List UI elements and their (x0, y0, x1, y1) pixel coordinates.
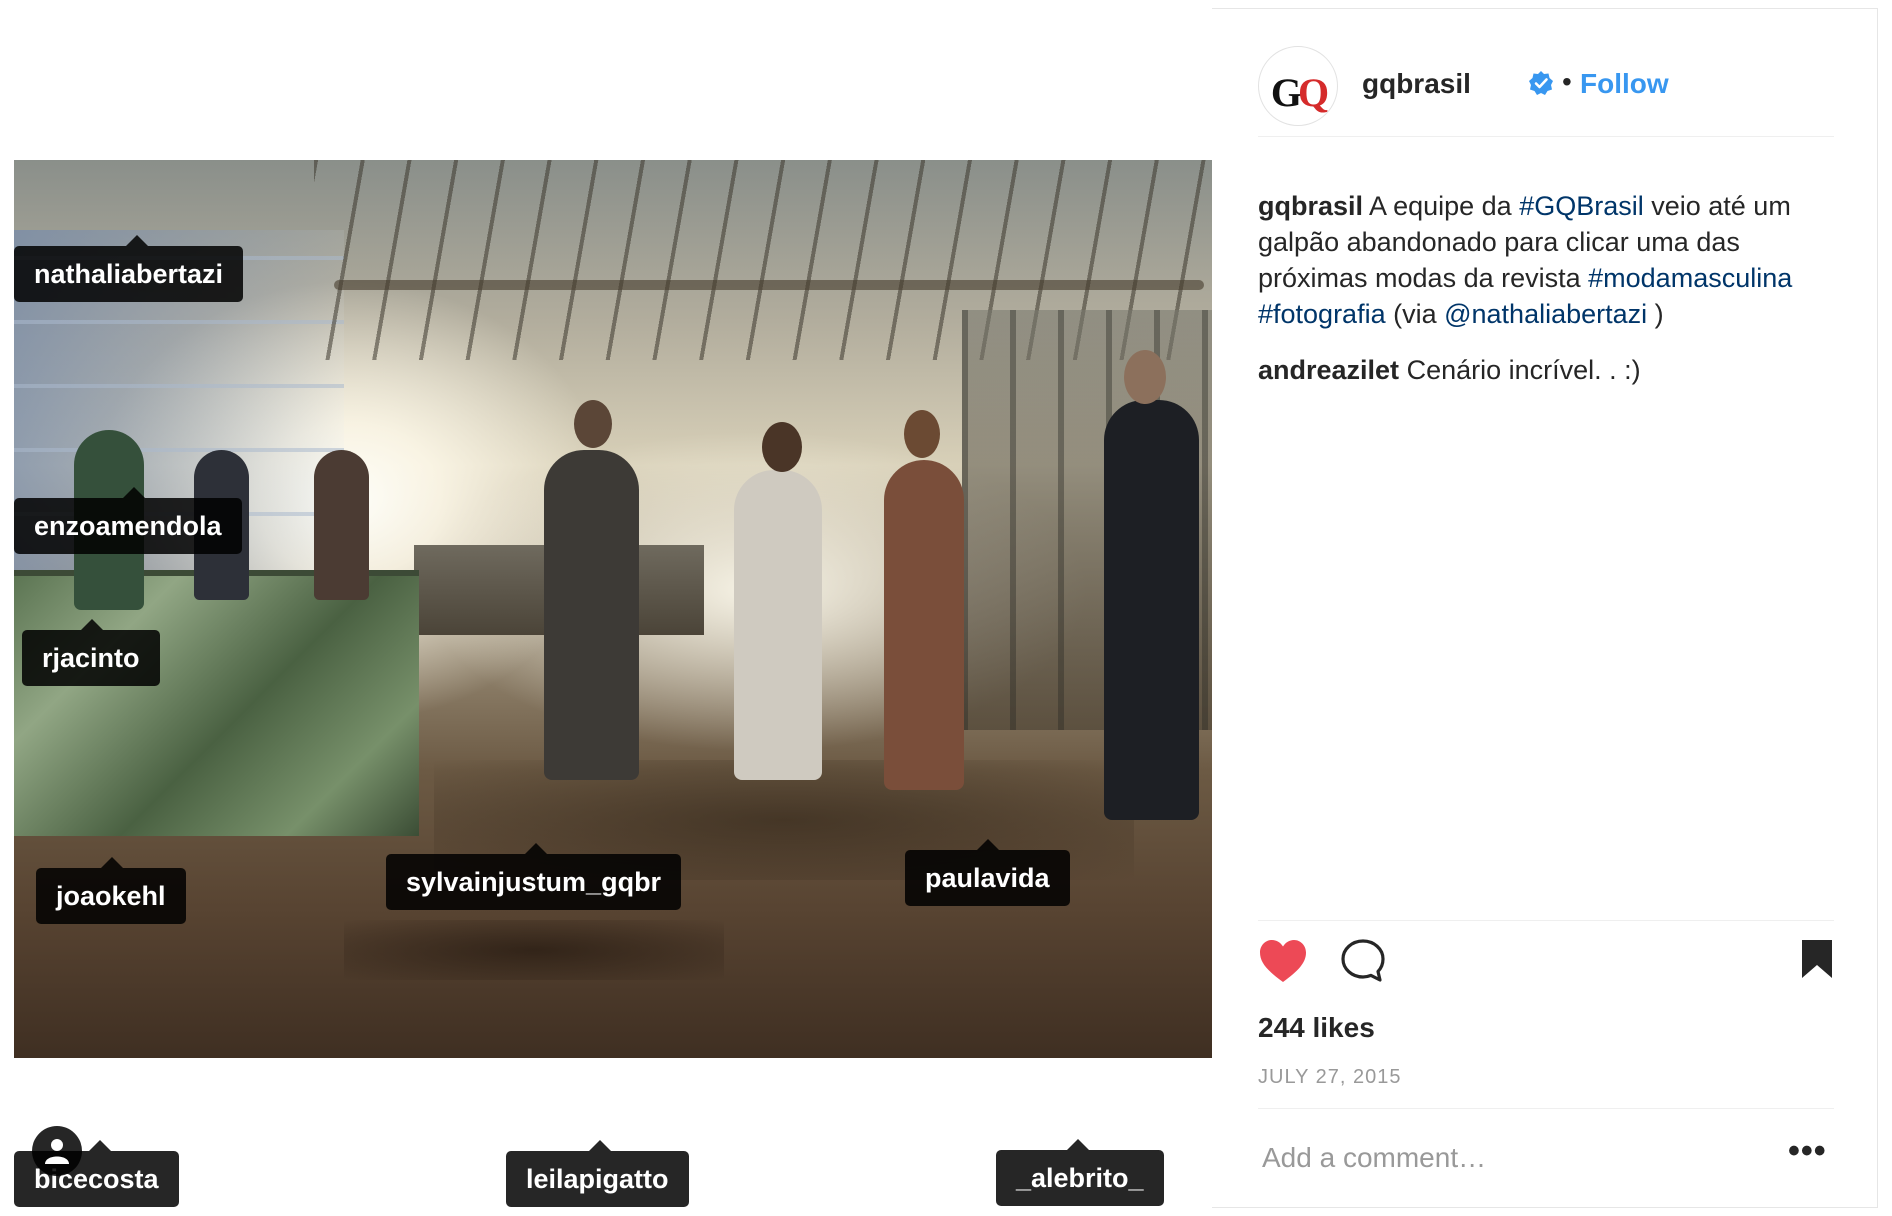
photo-person (1104, 400, 1199, 820)
comment-text: Cenário incrível. . :) (1399, 355, 1641, 385)
photo-person (734, 470, 822, 780)
caption-text: (via (1385, 299, 1445, 329)
follow-button[interactable]: Follow (1580, 68, 1669, 100)
user-tag[interactable]: _alebrito_ (996, 1150, 1164, 1206)
verified-badge-icon (1528, 70, 1554, 101)
photo-person-head (904, 410, 940, 458)
caption-username[interactable]: gqbrasil (1258, 191, 1363, 221)
post-media[interactable]: nathaliabertazi enzoamendola rjacinto jo… (14, 8, 1212, 1208)
photo-person (314, 450, 369, 600)
photo-container (14, 570, 419, 836)
user-tag[interactable]: joaokehl (36, 868, 186, 924)
comment-divider (1258, 1108, 1834, 1109)
comment-item: andreazilet Cenário incrível. . :) (1258, 352, 1848, 388)
photo-person-head (762, 422, 802, 472)
header-divider (1258, 136, 1834, 137)
photo-floor-stain (344, 920, 724, 980)
caption-text: A equipe da (1363, 191, 1520, 221)
likes-count[interactable]: 244 likes (1258, 1012, 1375, 1044)
header-username[interactable]: gqbrasil (1362, 68, 1471, 100)
header-separator: • (1562, 66, 1572, 97)
post-date[interactable]: JULY 27, 2015 (1258, 1066, 1401, 1089)
comment-bubble-icon[interactable] (1340, 938, 1386, 989)
user-tag[interactable]: paulavida (905, 850, 1070, 906)
mention-link[interactable]: @nathaliabertazi (1444, 299, 1647, 329)
post-header: GQ gqbrasil • Follow (1258, 46, 1848, 126)
post-actions (1258, 938, 1834, 998)
hashtag-link[interactable]: #fotografia (1258, 299, 1386, 329)
heart-icon[interactable] (1258, 938, 1308, 989)
photo-person-head (1124, 350, 1166, 404)
photo-person (544, 450, 639, 780)
user-tag[interactable]: rjacinto (22, 630, 160, 686)
actions-divider (1258, 920, 1834, 921)
user-silhouette-icon (45, 1139, 69, 1164)
comment-input[interactable] (1258, 1128, 1786, 1188)
user-tag[interactable]: enzoamendola (14, 498, 242, 554)
photo-person (884, 460, 964, 790)
photo-roof-edge (334, 280, 1204, 290)
post-caption: gqbrasil A equipe da #GQBrasil veio até … (1258, 188, 1848, 332)
user-tags-button[interactable] (32, 1126, 82, 1176)
caption-text: ) (1647, 299, 1664, 329)
hashtag-link[interactable]: #modamasculina (1588, 263, 1792, 293)
more-options-button[interactable]: ••• (1788, 1132, 1827, 1171)
comment-username[interactable]: andreazilet (1258, 355, 1399, 385)
photo-person-head (574, 400, 612, 448)
bookmark-icon[interactable] (1800, 938, 1834, 985)
user-tag[interactable]: leilapigatto (506, 1151, 689, 1207)
logo-g: G (1270, 70, 1302, 115)
post-side-panel: GQ gqbrasil • Follow gqbrasil A equipe d… (1212, 8, 1878, 1208)
user-tag[interactable]: sylvainjustum_gqbr (386, 854, 682, 910)
gq-logo: GQ (1259, 69, 1337, 116)
user-tag[interactable]: nathaliabertazi (14, 246, 244, 302)
avatar[interactable]: GQ (1258, 46, 1338, 126)
logo-q: Q (1298, 70, 1329, 115)
hashtag-link[interactable]: #GQBrasil (1519, 191, 1644, 221)
